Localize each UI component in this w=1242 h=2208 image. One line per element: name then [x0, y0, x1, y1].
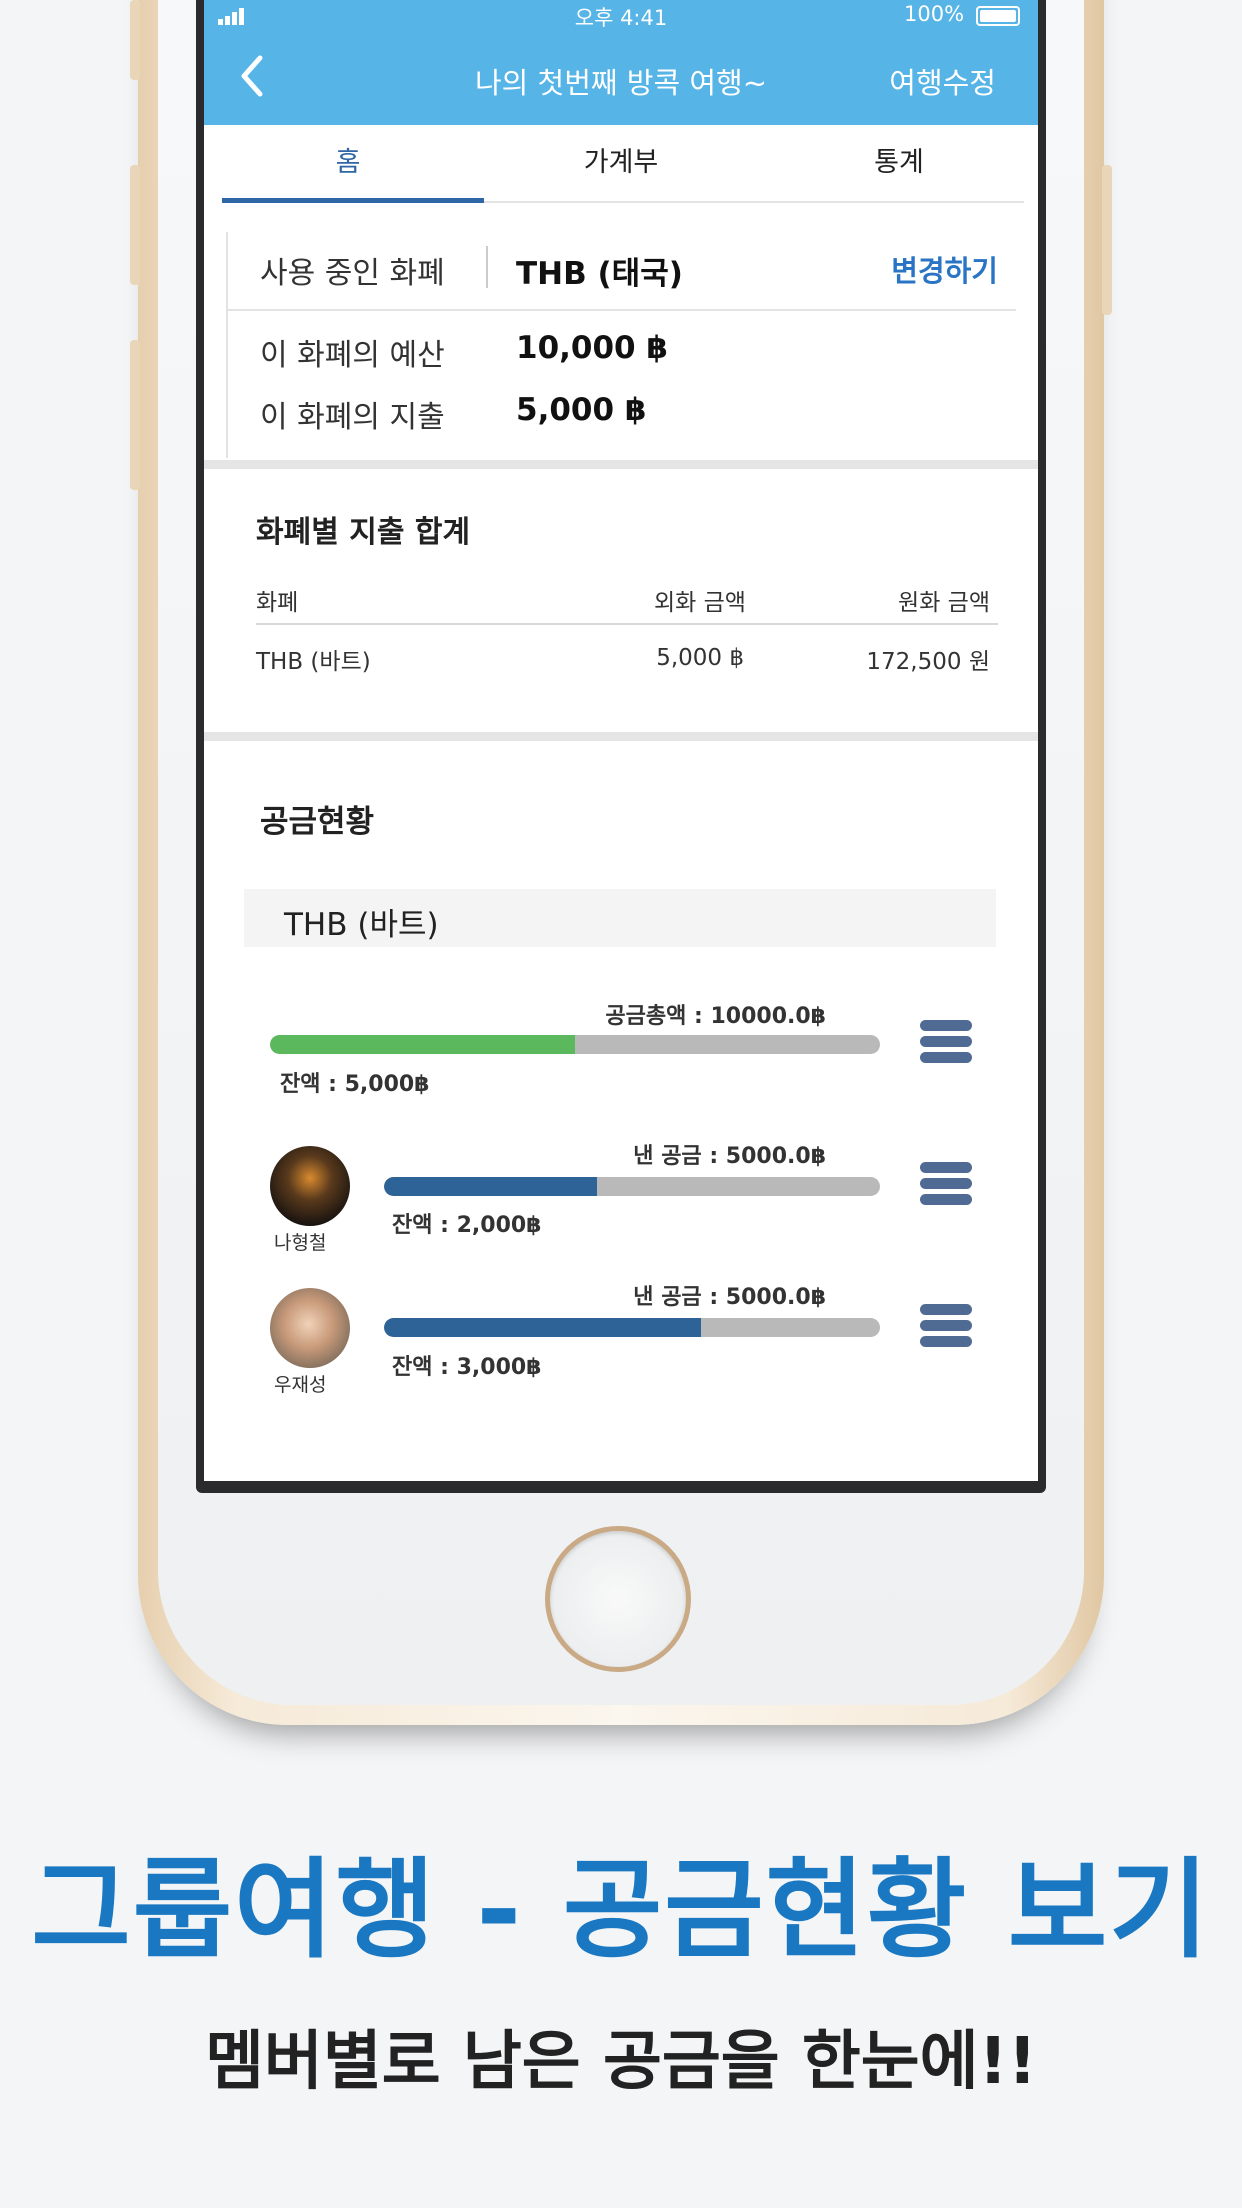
row-foreign: 5,000 ฿ — [656, 645, 744, 671]
tab-stats[interactable]: 통계 — [769, 140, 1029, 179]
fund-currency-header: THB (바트) — [244, 889, 996, 947]
nav-bar: 나의 첫번째 방콕 여행~ 여행수정 — [204, 34, 1038, 125]
member-balance: 잔액 : 3,000฿ — [392, 1355, 542, 1380]
avatar — [270, 1288, 350, 1368]
currency-divider-line — [226, 309, 1016, 311]
battery-icon — [976, 6, 1020, 26]
budget-value: 10,000 ฿ — [516, 330, 668, 366]
fund-total-balance: 잔액 : 5,000฿ — [280, 1072, 430, 1097]
info-side-line — [226, 232, 228, 458]
volume-up-button — [130, 165, 140, 285]
change-currency-button[interactable]: 변경하기 — [891, 248, 998, 290]
fund-total-label: 공금총액 : 10000.0฿ — [605, 1004, 826, 1029]
tab-divider — [484, 201, 1024, 203]
power-button — [1102, 165, 1112, 315]
promo-headline: 그룹여행 - 공금현황 보기 — [31, 1848, 1211, 1973]
battery-percent: 100% — [904, 2, 965, 26]
member-name: 나형철 — [274, 1232, 327, 1254]
home-button[interactable] — [545, 1526, 691, 1672]
member-name: 우재성 — [274, 1374, 327, 1396]
budget-label: 이 화폐의 예산 — [260, 338, 445, 373]
member-progress-fill — [384, 1177, 598, 1196]
member-paid: 낸 공금 : 5000.0฿ — [633, 1285, 826, 1310]
row-krw: 172,500 원 — [866, 649, 990, 675]
status-bar: 오후 4:41 100% — [204, 0, 1038, 34]
fund-total-progress-fill — [270, 1035, 575, 1054]
section-separator — [204, 460, 1038, 469]
spend-label: 이 화폐의 지출 — [260, 400, 445, 435]
col-krw: 원화 금액 — [898, 590, 990, 616]
member-progress — [384, 1177, 880, 1196]
app-screen: 오후 4:41 100% 나의 첫번째 방콕 여행~ 여행수정 홈 가계부 통계… — [204, 0, 1038, 1481]
edit-trip-button[interactable]: 여행수정 — [889, 60, 996, 102]
avatar — [270, 1146, 350, 1226]
member-balance: 잔액 : 2,000฿ — [392, 1213, 542, 1238]
section-separator — [204, 732, 1038, 741]
promo-subline: 멤버별로 남은 공금을 한눈에!! — [205, 2025, 1037, 2099]
currency-divider — [486, 246, 488, 288]
menu-icon[interactable] — [920, 1162, 972, 1210]
member-progress — [384, 1318, 880, 1337]
summary-header-line — [256, 623, 998, 625]
col-currency: 화폐 — [256, 590, 299, 616]
menu-icon[interactable] — [920, 1304, 972, 1352]
spend-value: 5,000 ฿ — [516, 392, 647, 428]
tab-ledger[interactable]: 가계부 — [491, 140, 751, 179]
volume-down-button — [130, 340, 140, 490]
member-paid: 낸 공금 : 5000.0฿ — [633, 1144, 826, 1169]
volume-button — [130, 0, 140, 80]
tab-home[interactable]: 홈 — [218, 140, 478, 179]
spend-summary-title: 화폐별 지출 합계 — [256, 515, 471, 550]
fund-total-progress — [270, 1035, 880, 1054]
menu-icon[interactable] — [920, 1020, 972, 1068]
fund-currency-label: THB (바트) — [284, 907, 439, 943]
currency-label: 사용 중인 화폐 — [260, 256, 445, 291]
col-foreign: 외화 금액 — [654, 590, 746, 616]
row-currency: THB (바트) — [256, 649, 371, 675]
fund-title: 공금현황 — [260, 804, 375, 840]
member-progress-fill — [384, 1318, 702, 1337]
tab-active-indicator — [222, 198, 484, 203]
currency-value: THB (태국) — [516, 256, 683, 292]
